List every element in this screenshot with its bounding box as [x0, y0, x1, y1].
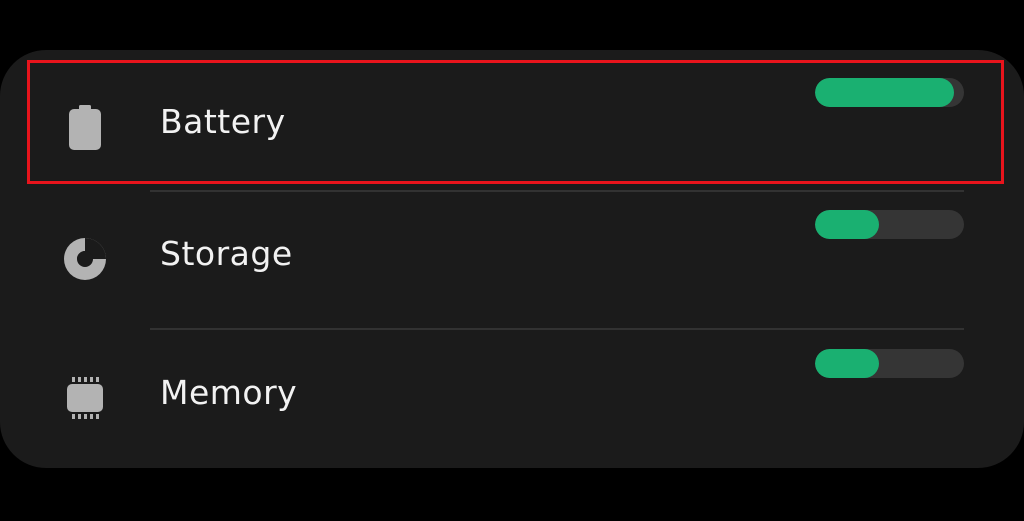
device-care-card: Battery Storage Memory	[0, 50, 1024, 468]
storage-row[interactable]: Storage	[0, 192, 1024, 330]
memory-level-fill	[815, 349, 880, 378]
memory-chip-icon	[60, 373, 110, 423]
battery-level-fill	[815, 78, 954, 107]
storage-pie-icon	[60, 234, 110, 284]
battery-row[interactable]: Battery	[0, 60, 1024, 198]
storage-label: Storage	[160, 234, 293, 273]
row-divider	[150, 328, 964, 330]
battery-label: Battery	[160, 102, 286, 141]
storage-level-bar	[815, 210, 964, 239]
battery-level-bar	[815, 78, 964, 107]
memory-row[interactable]: Memory	[0, 331, 1024, 468]
memory-level-bar	[815, 349, 964, 378]
storage-level-fill	[815, 210, 880, 239]
memory-label: Memory	[160, 373, 298, 412]
battery-icon	[60, 102, 110, 152]
